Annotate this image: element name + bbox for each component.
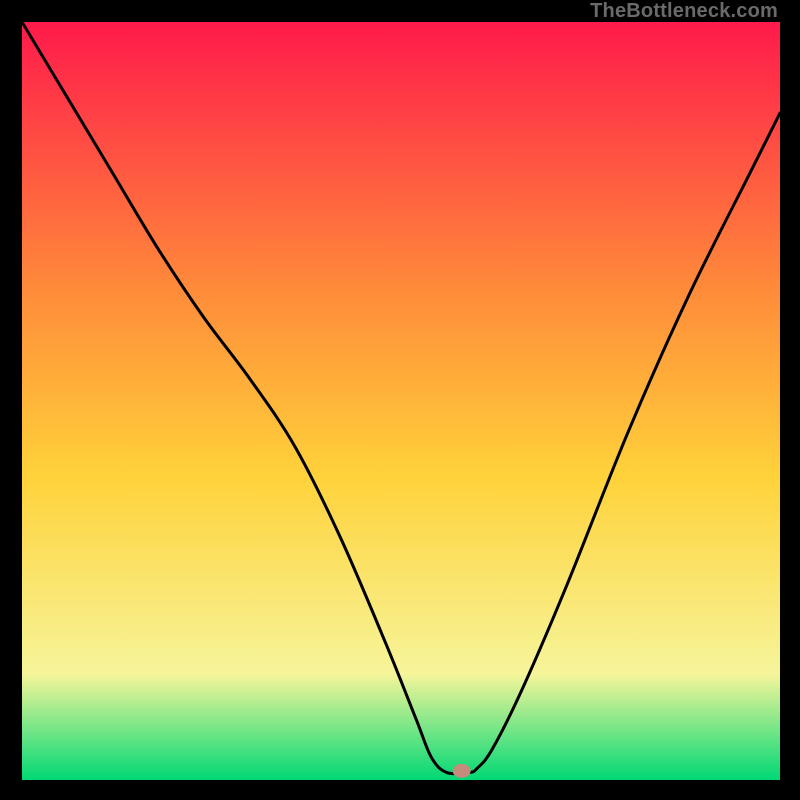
optimum-marker	[453, 764, 471, 778]
watermark-text: TheBottleneck.com	[590, 0, 778, 23]
gradient-background	[22, 22, 780, 780]
plot-area	[22, 22, 780, 780]
chart-svg	[22, 22, 780, 780]
chart-frame: TheBottleneck.com	[0, 0, 800, 800]
